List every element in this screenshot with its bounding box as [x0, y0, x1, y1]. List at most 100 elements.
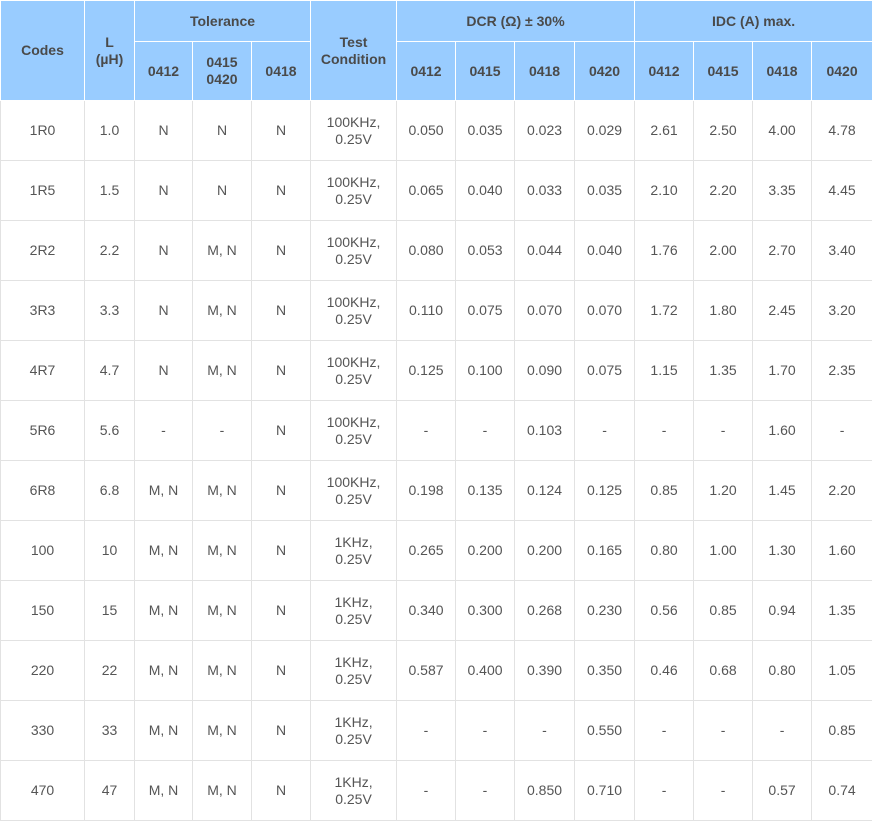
cell-idc-0420: 2.35	[811, 340, 872, 401]
header-idc: IDC (A) max.	[634, 0, 872, 42]
cell-test-condition: 100KHz, 0.25V	[310, 460, 398, 521]
cell-dcr-0412: -	[396, 760, 457, 821]
cell-test-condition: 100KHz, 0.25V	[310, 400, 398, 461]
cell-code: 6R8	[0, 460, 85, 521]
cell-dcr-0415: 0.200	[455, 520, 516, 581]
cell-dcr-0412: 0.265	[396, 520, 457, 581]
cell-tol-0418: N	[250, 580, 312, 641]
cell-dcr-0418: 0.103	[514, 400, 576, 461]
table-row: 4R7 4.7 N M, N N 100KHz, 0.25V 0.125 0.100 0.090…	[0, 340, 872, 401]
cell-code: 2R2	[0, 220, 85, 281]
cell-code: 1R5	[0, 160, 85, 221]
cell-code: 3R3	[0, 280, 85, 341]
cell-dcr-0420: -	[574, 400, 636, 461]
cell-tol-0418: N	[250, 400, 312, 461]
header-test-line1: Test	[339, 33, 368, 50]
header-test-line2: Condition	[320, 50, 387, 67]
cell-tol-0412: N	[134, 340, 193, 401]
cell-test-condition: 100KHz, 0.25V	[310, 100, 398, 161]
cell-inductance: 2.2	[84, 220, 135, 281]
cell-dcr-0415: 0.035	[455, 100, 516, 161]
cell-test-condition: 1KHz, 0.25V	[310, 520, 398, 581]
cell-tol-0412: M, N	[134, 640, 193, 701]
cell-dcr-0412: 0.125	[396, 340, 457, 401]
cell-tol-0415-0420: N	[192, 100, 252, 161]
cell-dcr-0412: 0.080	[396, 220, 457, 281]
cell-idc-0412: 1.76	[634, 220, 695, 281]
cell-test-condition: 1KHz, 0.25V	[310, 640, 398, 701]
cell-test-condition: 100KHz, 0.25V	[310, 160, 398, 221]
header-tol-0418: 0418	[250, 41, 312, 101]
cell-idc-0412: 2.10	[634, 160, 695, 221]
cell-tol-0412: M, N	[134, 460, 193, 521]
cell-tol-0415-0420: M, N	[192, 580, 252, 641]
cell-dcr-0415: 0.075	[455, 280, 516, 341]
cell-idc-0418: 0.57	[752, 760, 813, 821]
cell-tol-0418: N	[250, 280, 312, 341]
header-idc-0420: 0420	[811, 41, 872, 101]
cell-idc-0420: 3.20	[811, 280, 872, 341]
cell-idc-0420: 0.85	[811, 700, 872, 761]
cell-dcr-0420: 0.165	[574, 520, 636, 581]
cell-dcr-0418: 0.023	[514, 100, 576, 161]
cell-dcr-0418: 0.850	[514, 760, 576, 821]
cell-idc-0415: 2.00	[693, 220, 754, 281]
cell-idc-0415: 0.85	[693, 580, 754, 641]
cell-idc-0420: 2.20	[811, 460, 872, 521]
cell-inductance: 3.3	[84, 280, 135, 341]
cell-idc-0412: 2.61	[634, 100, 695, 161]
cell-dcr-0412: 0.198	[396, 460, 457, 521]
cell-tol-0418: N	[250, 460, 312, 521]
header-codes: Codes	[0, 0, 85, 101]
cell-idc-0420: 1.05	[811, 640, 872, 701]
cell-dcr-0420: 0.710	[574, 760, 636, 821]
cell-idc-0412: 0.46	[634, 640, 695, 701]
cell-dcr-0415: -	[455, 700, 516, 761]
cell-dcr-0418: 0.390	[514, 640, 576, 701]
cell-tol-0415-0420: -	[192, 400, 252, 461]
cell-dcr-0415: 0.040	[455, 160, 516, 221]
cell-code: 330	[0, 700, 85, 761]
cell-inductance: 22	[84, 640, 135, 701]
header-tolerance: Tolerance	[133, 0, 312, 42]
cell-tol-0415-0420: M, N	[192, 760, 252, 821]
cell-code: 470	[0, 760, 85, 821]
cell-inductance: 1.5	[84, 160, 135, 221]
cell-dcr-0415: 0.400	[455, 640, 516, 701]
cell-code: 150	[0, 580, 85, 641]
cell-idc-0418: -	[752, 700, 813, 761]
cell-idc-0420: 0.74	[811, 760, 872, 821]
cell-test-condition: 100KHz, 0.25V	[310, 340, 398, 401]
cell-idc-0420: 1.35	[811, 580, 872, 641]
cell-dcr-0415: 0.100	[455, 340, 516, 401]
cell-idc-0418: 0.80	[752, 640, 813, 701]
cell-idc-0418: 4.00	[752, 100, 813, 161]
cell-code: 100	[0, 520, 85, 581]
cell-idc-0415: 0.68	[693, 640, 754, 701]
cell-idc-0415: -	[693, 760, 754, 821]
cell-test-condition: 1KHz, 0.25V	[310, 580, 398, 641]
cell-dcr-0412: 0.340	[396, 580, 457, 641]
cell-dcr-0418: 0.124	[514, 460, 576, 521]
cell-dcr-0418: -	[514, 700, 576, 761]
cell-tol-0418: N	[250, 520, 312, 581]
cell-tol-0412: M, N	[134, 700, 193, 761]
cell-tol-0415-0420: M, N	[192, 340, 252, 401]
cell-dcr-0420: 0.230	[574, 580, 636, 641]
cell-idc-0415: 1.00	[693, 520, 754, 581]
cell-dcr-0420: 0.029	[574, 100, 636, 161]
table-row: 150 15 M, N M, N N 1KHz, 0.25V 0.340 0.300 0.268…	[0, 580, 872, 641]
cell-tol-0415-0420: M, N	[192, 280, 252, 341]
inductor-spec-table: Codes L (µH) Tolerance Test Condition DC…	[0, 0, 872, 821]
table-body: 1R0 1.0 N N N 100KHz, 0.25V 0.050 0.035 0.023 0.0…	[0, 100, 872, 821]
cell-tol-0418: N	[250, 340, 312, 401]
cell-idc-0412: 0.80	[634, 520, 695, 581]
cell-dcr-0420: 0.550	[574, 700, 636, 761]
cell-dcr-0418: 0.044	[514, 220, 576, 281]
cell-code: 5R6	[0, 400, 85, 461]
header-idc-0415: 0415	[693, 41, 754, 101]
cell-test-condition: 1KHz, 0.25V	[310, 700, 398, 761]
cell-dcr-0420: 0.040	[574, 220, 636, 281]
cell-test-condition: 100KHz, 0.25V	[310, 280, 398, 341]
cell-inductance: 15	[84, 580, 135, 641]
